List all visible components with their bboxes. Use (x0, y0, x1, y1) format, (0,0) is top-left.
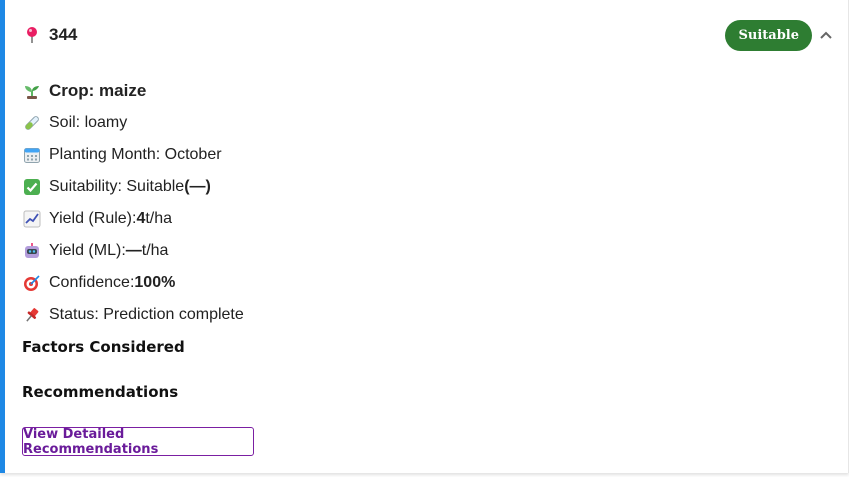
chevron-up-icon[interactable] (816, 25, 836, 45)
target-icon (23, 274, 41, 292)
test-tube-icon (23, 114, 41, 132)
yield-ml-label: Yield (ML): (49, 242, 126, 259)
yield-ml-row: Yield (ML): — t/ha (23, 235, 244, 267)
suitability-value: (—) (184, 178, 211, 195)
prediction-card: 344 Suitable Crop: maize Soil: loamy Pla… (0, 0, 849, 473)
check-box-icon (23, 178, 41, 196)
calendar-icon (23, 146, 41, 164)
yield-rule-row: Yield (Rule): 4 t/ha (23, 203, 244, 235)
yield-rule-unit: t/ha (145, 210, 173, 227)
soil-label: Soil: loamy (49, 114, 128, 131)
confidence-value: 100% (134, 274, 176, 291)
pushpin-icon (23, 306, 41, 324)
card-title: 344 (49, 25, 78, 44)
planting-label: Planting Month: October (49, 146, 222, 163)
card-header: 344 Suitable (23, 18, 836, 52)
suitability-row: Suitability: Suitable (—) (23, 171, 244, 203)
yield-rule-label: Yield (Rule): (49, 210, 137, 227)
view-recommendations-button[interactable]: View Detailed Recommendations (22, 427, 254, 457)
recommendations-heading: Recommendations (22, 383, 179, 401)
yield-ml-unit: t/ha (141, 242, 169, 259)
factors-heading: Factors Considered (22, 338, 185, 356)
status-badge: Suitable (725, 19, 812, 51)
suitability-label: Suitability: Suitable (49, 178, 185, 195)
yield-rule-value: 4 (136, 210, 146, 227)
seedling-icon (23, 82, 41, 100)
confidence-label: Confidence: (49, 274, 135, 291)
robot-icon (23, 242, 41, 260)
chart-icon (23, 210, 41, 228)
status-label: Status: Prediction complete (49, 306, 244, 323)
crop-row: Crop: maize (23, 75, 244, 107)
planting-row: Planting Month: October (23, 139, 244, 171)
status-row: Status: Prediction complete (23, 299, 244, 331)
crop-label: Crop: maize (49, 81, 147, 100)
details-list: Crop: maize Soil: loamy Planting Month: … (23, 75, 244, 331)
confidence-row: Confidence: 100% (23, 267, 244, 299)
yield-ml-value: — (125, 242, 142, 259)
map-pin-icon (23, 26, 41, 44)
soil-row: Soil: loamy (23, 107, 244, 139)
